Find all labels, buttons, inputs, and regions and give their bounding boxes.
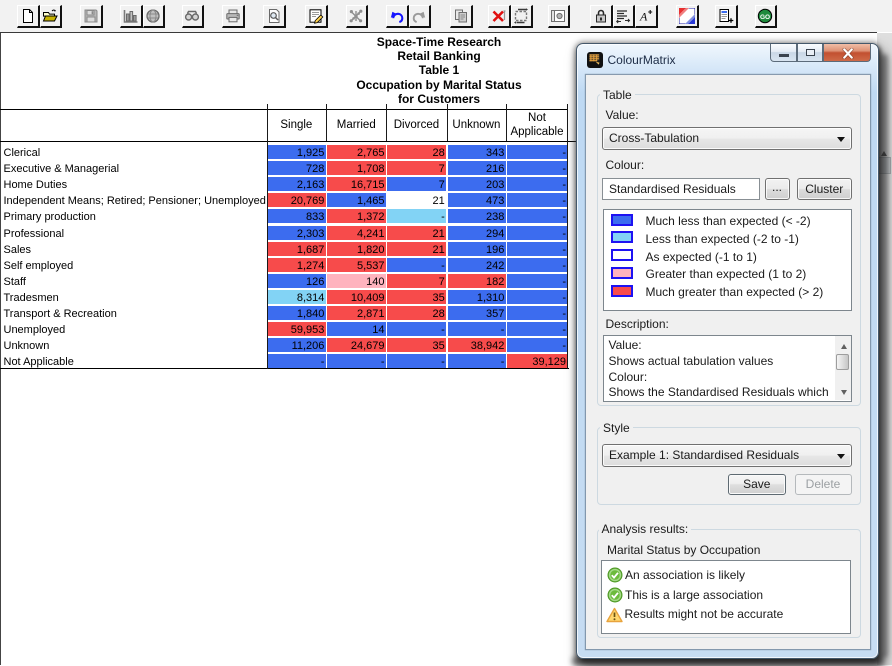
svg-text:GO: GO [760,14,770,21]
svg-text:A: A [639,9,648,23]
